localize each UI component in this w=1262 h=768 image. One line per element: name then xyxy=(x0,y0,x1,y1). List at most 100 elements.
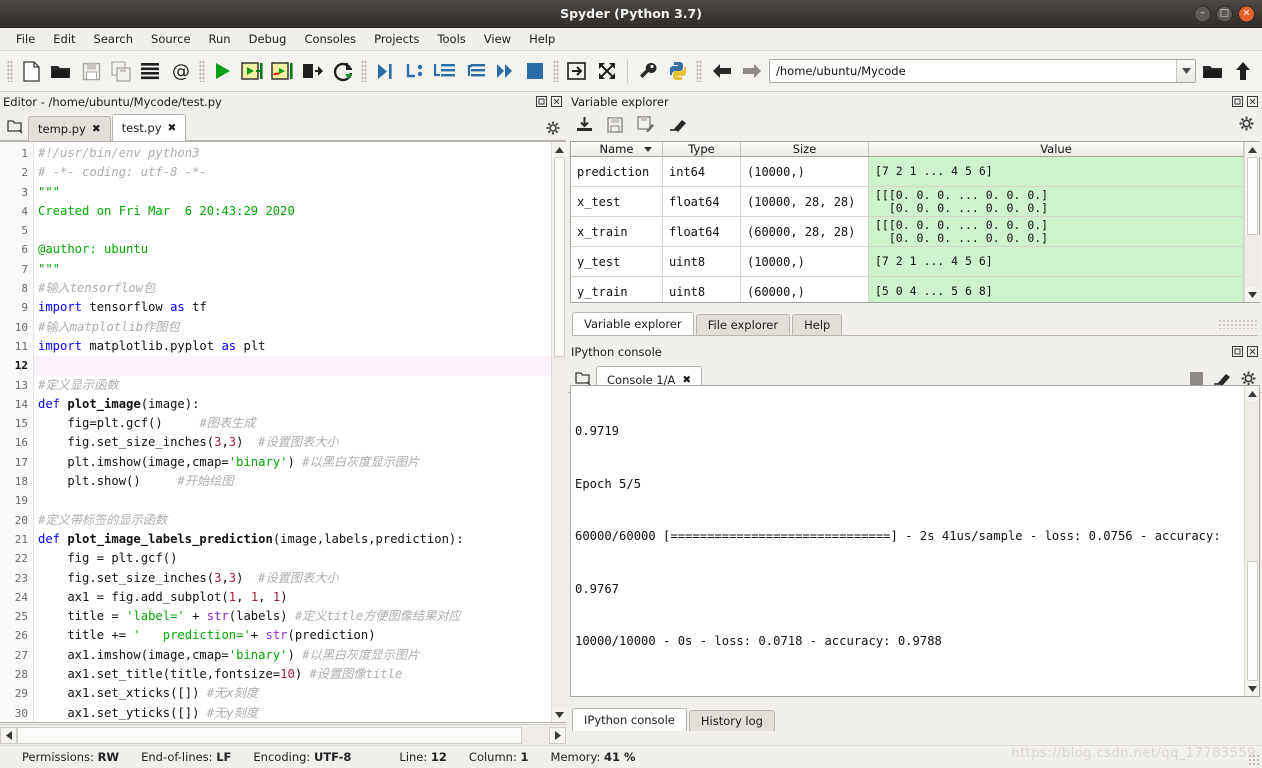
column-header-type[interactable]: Type xyxy=(663,142,741,156)
code-line[interactable]: #定义带标签的显示函数 xyxy=(34,511,551,530)
code-line[interactable]: fig.set_size_inches(3,3) #设置图表大小 xyxy=(34,569,551,588)
undock-icon[interactable] xyxy=(1231,95,1244,108)
chevron-down-icon[interactable] xyxy=(1176,60,1195,82)
toolbar-grip-5[interactable] xyxy=(696,60,702,82)
code-line[interactable]: #输入tensorflow包 xyxy=(34,279,551,298)
import-data-icon[interactable] xyxy=(576,116,593,133)
code-line[interactable]: title += ' prediction='+ str(prediction) xyxy=(34,626,551,645)
python-path-icon[interactable] xyxy=(663,55,693,87)
table-row[interactable]: y_testuint8(10000,)[7 2 1 ... 4 5 6] xyxy=(571,247,1244,277)
tab-help[interactable]: Help xyxy=(792,314,842,335)
tab-history-log[interactable]: History log xyxy=(689,710,775,731)
table-row[interactable]: x_testfloat64(10000, 28, 28)[[[0. 0. 0. … xyxy=(571,187,1244,217)
save-data-as-icon[interactable] xyxy=(637,116,655,133)
scroll-up-icon[interactable] xyxy=(552,142,567,157)
close-icon[interactable]: × xyxy=(1238,5,1255,22)
debug-step-return-icon[interactable] xyxy=(460,55,490,87)
code-line[interactable]: title = 'label=' + str(labels) #定义title方… xyxy=(34,607,551,626)
variable-scroll-thumb[interactable] xyxy=(1247,157,1258,235)
debug-step-into-icon[interactable] xyxy=(430,55,460,87)
column-header-value[interactable]: Value xyxy=(869,142,1244,156)
tab-ipython-console[interactable]: IPython console xyxy=(572,708,687,731)
menu-run[interactable]: Run xyxy=(200,29,240,49)
maximize-icon[interactable]: □ xyxy=(1216,5,1233,22)
working-directory-field[interactable]: /home/ubuntu/Mycode xyxy=(769,59,1196,83)
console-scrollbar[interactable] xyxy=(1244,386,1259,696)
debug-continue-icon[interactable] xyxy=(490,55,520,87)
code-line[interactable] xyxy=(34,491,551,510)
options-gear-icon[interactable] xyxy=(545,120,561,136)
column-header-name[interactable]: Name xyxy=(571,142,663,156)
editor-horizontal-scrollbar[interactable] xyxy=(0,724,566,745)
code-line[interactable]: fig = plt.gcf() xyxy=(34,549,551,568)
menu-debug[interactable]: Debug xyxy=(240,29,296,49)
variable-scroll-track[interactable] xyxy=(1245,235,1260,287)
code-line[interactable]: ax1.imshow(image,cmap='binary') #以黑白灰度显示… xyxy=(34,646,551,665)
editor-vertical-scrollbar[interactable] xyxy=(551,142,566,722)
editor-tab-temp-py[interactable]: temp.py ✖ xyxy=(28,116,111,141)
menu-file[interactable]: File xyxy=(7,29,44,49)
menu-projects[interactable]: Projects xyxy=(365,29,428,49)
code-line[interactable]: plt.imshow(image,cmap='binary') #以黑白灰度显示… xyxy=(34,453,551,472)
column-header-size[interactable]: Size xyxy=(741,142,869,156)
table-row[interactable]: x_trainfloat64(60000, 28, 28)[[[0. 0. 0.… xyxy=(571,217,1244,247)
code-line[interactable]: #定义显示函数 xyxy=(34,376,551,395)
editor-scroll-thumb[interactable] xyxy=(554,157,565,357)
console-scroll-track[interactable] xyxy=(1245,401,1260,561)
pane-resize-grip[interactable] xyxy=(1218,319,1258,329)
console-scroll-thumb[interactable] xyxy=(1247,561,1258,681)
browse-tabs-icon[interactable] xyxy=(2,113,28,139)
fullscreen-icon[interactable] xyxy=(592,55,622,87)
open-file-icon[interactable] xyxy=(46,55,76,87)
tab-file-explorer[interactable]: File explorer xyxy=(696,314,790,335)
toolbar-grip-2[interactable] xyxy=(199,60,205,82)
back-arrow-icon[interactable] xyxy=(707,55,737,87)
save-data-icon[interactable] xyxy=(607,117,623,133)
close-tab-icon[interactable]: ✖ xyxy=(168,122,177,134)
undock-icon[interactable] xyxy=(1231,345,1244,358)
menu-tools[interactable]: Tools xyxy=(428,29,474,49)
code-line[interactable]: plt.show() #开始绘图 xyxy=(34,472,551,491)
menu-source[interactable]: Source xyxy=(142,29,200,49)
menu-consoles[interactable]: Consoles xyxy=(295,29,365,49)
scroll-up-icon[interactable] xyxy=(1245,386,1260,401)
debug-file-icon[interactable] xyxy=(370,55,400,87)
editor-tab-test-py[interactable]: test.py ✖ xyxy=(112,114,187,141)
run-selection-icon[interactable] xyxy=(298,55,328,87)
code-line[interactable]: Created on Fri Mar 6 20:43:29 2020 xyxy=(34,202,551,221)
close-pane-icon[interactable] xyxy=(550,95,563,108)
table-row[interactable]: predictionint64(10000,)[7 2 1 ... 4 5 6] xyxy=(571,157,1244,187)
preferences-wrench-icon[interactable] xyxy=(633,55,663,87)
new-file-icon[interactable] xyxy=(16,55,46,87)
debug-stop-icon[interactable] xyxy=(520,55,550,87)
maximize-pane-icon[interactable] xyxy=(562,55,592,87)
code-line[interactable]: fig=plt.gcf() #图表生成 xyxy=(34,414,551,433)
debug-step-over-icon[interactable] xyxy=(400,55,430,87)
code-line[interactable]: """ xyxy=(34,260,551,279)
menu-search[interactable]: Search xyxy=(85,29,143,49)
remove-all-variables-icon[interactable] xyxy=(1213,372,1231,386)
code-line[interactable]: def plot_image(image): xyxy=(34,395,551,414)
variable-table-scrollbar[interactable] xyxy=(1244,142,1259,302)
save-all-icon[interactable] xyxy=(106,55,136,87)
save-file-icon[interactable] xyxy=(76,55,106,87)
console-output-area[interactable]: 0.9719 Epoch 5/5 60000/60000 [==========… xyxy=(570,385,1260,697)
code-line[interactable] xyxy=(34,356,551,375)
close-tab-icon[interactable]: ✖ xyxy=(92,123,101,135)
file-list-icon[interactable] xyxy=(136,55,166,87)
run-cell-advance-icon[interactable] xyxy=(268,55,298,87)
code-line[interactable]: ax1.set_yticks([]) #无y刻度 xyxy=(34,704,551,722)
table-row[interactable]: y_trainuint8(60000,)[5 0 4 ... 5 6 8] xyxy=(571,277,1244,302)
code-line[interactable]: #!/usr/bin/env python3 xyxy=(34,144,551,163)
code-line[interactable]: #输入matplotlib作图包 xyxy=(34,318,551,337)
editor-scroll-track[interactable] xyxy=(552,357,567,707)
scroll-down-icon[interactable] xyxy=(552,707,567,722)
run-file-icon[interactable] xyxy=(208,55,238,87)
stop-icon[interactable] xyxy=(1190,372,1203,385)
scroll-right-icon[interactable] xyxy=(549,727,566,744)
undock-icon[interactable] xyxy=(535,95,548,108)
code-line[interactable]: import matplotlib.pyplot as plt xyxy=(34,337,551,356)
code-line[interactable]: # -*- coding: utf-8 -*- xyxy=(34,163,551,182)
menu-help[interactable]: Help xyxy=(520,29,564,49)
menu-view[interactable]: View xyxy=(475,29,520,49)
